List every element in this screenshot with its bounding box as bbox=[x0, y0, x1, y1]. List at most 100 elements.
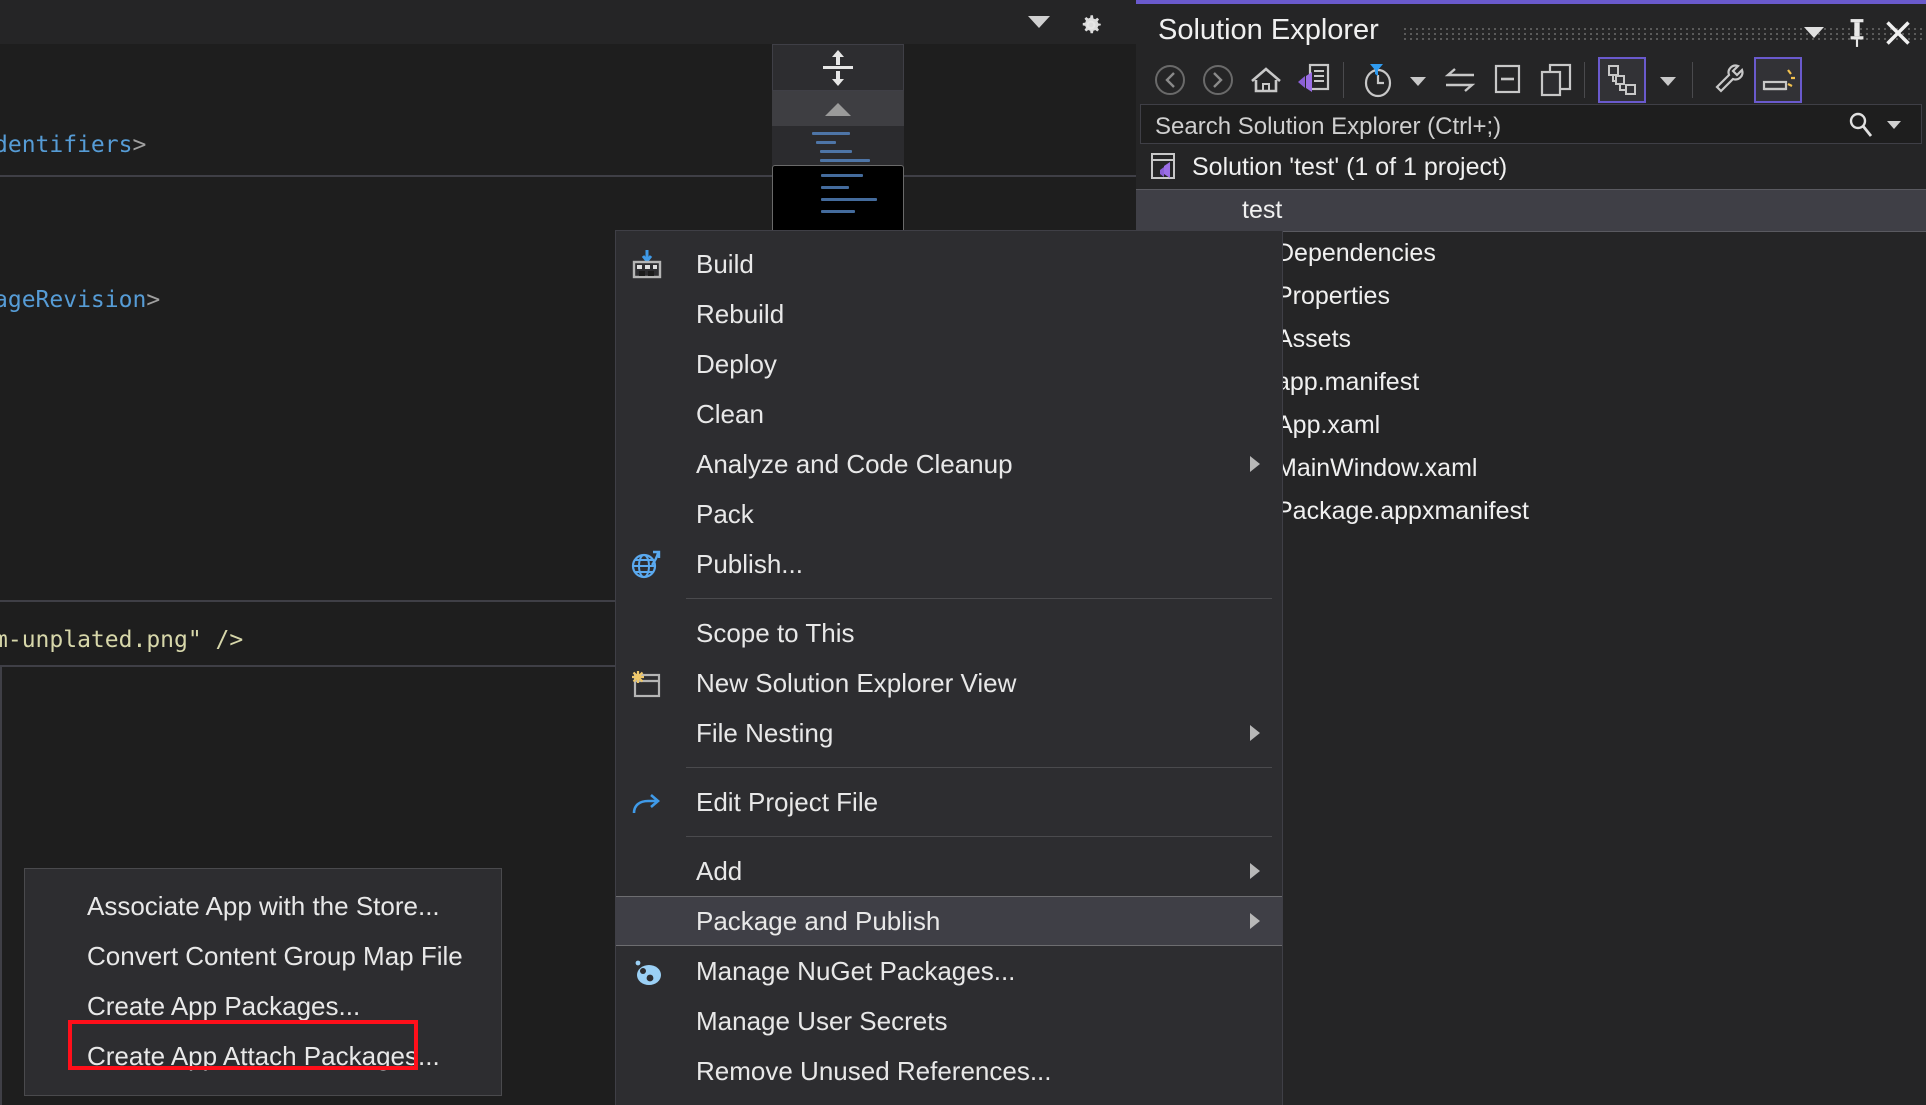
menu-item-add[interactable]: Add bbox=[616, 846, 1282, 896]
tree-item-label: MainWindow.xaml bbox=[1276, 454, 1478, 482]
menu-item-label: Rebuild bbox=[696, 298, 785, 329]
new-solution-explorer-view-icon bbox=[632, 671, 661, 698]
submenu-item-create-app-packages[interactable]: Create App Packages... bbox=[25, 981, 501, 1031]
tree-item-label: Assets bbox=[1276, 325, 1352, 353]
code-token-angle: > bbox=[146, 287, 161, 313]
menu-item-label: Scope to This bbox=[696, 617, 855, 648]
tree-item-label: Solution 'test' (1 of 1 project) bbox=[1192, 153, 1508, 181]
menu-item-label: Package and Publish bbox=[696, 905, 941, 936]
tree-item-label: App.xaml bbox=[1276, 411, 1381, 439]
menu-item-remove-unused-references[interactable]: Remove Unused References... bbox=[616, 1046, 1282, 1096]
menu-item-pack[interactable]: Pack bbox=[616, 489, 1282, 539]
build-icon bbox=[632, 250, 662, 279]
editor-divider bbox=[0, 175, 1136, 177]
forward-icon[interactable] bbox=[1198, 60, 1238, 100]
menu-item-clean[interactable]: Clean bbox=[616, 389, 1282, 439]
search-icon[interactable] bbox=[1847, 111, 1875, 139]
menu-item-manage-user-secrets[interactable]: Manage User Secrets bbox=[616, 996, 1282, 1046]
menu-item-label: Clean bbox=[696, 398, 764, 429]
code-token-tag: dentifiers bbox=[0, 132, 133, 158]
split-view-button[interactable] bbox=[772, 44, 904, 91]
app-root: dentifiers> ageRevision> m-unplated.png"… bbox=[0, 0, 1926, 1105]
split-vertical-icon bbox=[823, 49, 853, 86]
menu-item-label: Add bbox=[696, 855, 743, 886]
menu-item-manage-nuget-packages[interactable]: Manage NuGet Packages... bbox=[616, 946, 1282, 996]
submenu-item-label: Associate App with the Store... bbox=[87, 890, 440, 921]
menu-item-label: Build bbox=[696, 248, 754, 279]
menu-item-label: Publish... bbox=[696, 548, 803, 579]
menu-item-label: Pack bbox=[696, 498, 754, 529]
search-options-chevron-icon[interactable] bbox=[1887, 121, 1901, 129]
submenu-item-label: Convert Content Group Map File bbox=[87, 940, 463, 971]
view-hierarchy-icon[interactable] bbox=[1602, 60, 1642, 100]
tree-item-label: Package.appxmanifest bbox=[1276, 497, 1529, 525]
history-dropdown-chevron-icon[interactable] bbox=[1410, 77, 1426, 86]
menu-separator bbox=[686, 767, 1272, 768]
gear-icon[interactable] bbox=[1078, 12, 1104, 38]
show-all-files-icon[interactable] bbox=[1536, 60, 1576, 100]
publish-globe-icon bbox=[631, 550, 661, 579]
search-placeholder: Search Solution Explorer (Ctrl+;) bbox=[1155, 113, 1502, 140]
package-and-publish-submenu: Associate App with the Store... Convert … bbox=[24, 868, 502, 1096]
code-token-tag: ageRevision bbox=[0, 287, 147, 313]
menu-item-deploy[interactable]: Deploy bbox=[616, 339, 1282, 389]
close-icon[interactable] bbox=[1884, 18, 1912, 48]
home-icon[interactable] bbox=[1246, 60, 1286, 100]
menu-item-rebuild[interactable]: Rebuild bbox=[616, 289, 1282, 339]
chevron-down-icon[interactable] bbox=[1028, 16, 1050, 28]
submenu-arrow-icon bbox=[1250, 863, 1260, 879]
menu-item-label: Manage NuGet Packages... bbox=[696, 955, 1016, 986]
submenu-arrow-icon bbox=[1250, 725, 1260, 741]
tree-item-label: test bbox=[1242, 196, 1283, 224]
submenu-item-convert-content-group-map-file[interactable]: Convert Content Group Map File bbox=[25, 931, 501, 981]
menu-item-edit-project-file[interactable]: Edit Project File bbox=[616, 777, 1282, 827]
properties-wrench-icon[interactable] bbox=[1708, 60, 1748, 100]
menu-item-label: Edit Project File bbox=[696, 786, 879, 817]
preview-selected-items-icon[interactable] bbox=[1758, 60, 1798, 100]
menu-item-scope-to-this[interactable]: Scope to This bbox=[616, 608, 1282, 658]
menu-item-new-solution-explorer-view[interactable]: New Solution Explorer View bbox=[616, 658, 1282, 708]
code-line: dentifiers> bbox=[0, 132, 146, 158]
code-line: ageRevision> bbox=[0, 287, 160, 313]
page-title: Solution Explorer bbox=[1158, 14, 1379, 46]
search-input[interactable]: Search Solution Explorer (Ctrl+;) bbox=[1140, 104, 1922, 144]
editor-top-bar bbox=[0, 0, 1136, 44]
nuget-icon bbox=[635, 960, 661, 985]
editor-left-edge bbox=[0, 665, 2, 1105]
menu-item-sync-namespaces[interactable]: Sync Namespaces bbox=[616, 1096, 1282, 1105]
pin-icon[interactable] bbox=[1844, 18, 1870, 48]
menu-item-analyze-and-code-cleanup[interactable]: Analyze and Code Cleanup bbox=[616, 439, 1282, 489]
minimap-viewport-highlight[interactable] bbox=[772, 165, 904, 234]
submenu-item-associate-app-with-the-store[interactable]: Associate App with the Store... bbox=[25, 881, 501, 931]
menu-item-publish[interactable]: Publish... bbox=[616, 539, 1282, 589]
menu-item-label: Manage User Secrets bbox=[696, 1005, 948, 1036]
view-hierarchy-chevron-icon[interactable] bbox=[1660, 77, 1676, 86]
scroll-up-button[interactable] bbox=[772, 91, 904, 126]
solution-explorer-titlebar: Solution Explorer bbox=[1136, 4, 1926, 58]
tree-item-label: Dependencies bbox=[1276, 239, 1436, 267]
tree-item-solution[interactable]: Solution 'test' (1 of 1 project) bbox=[1136, 146, 1926, 189]
menu-item-build[interactable]: Build bbox=[616, 239, 1282, 289]
solution-icon bbox=[1151, 153, 1175, 179]
menu-item-label: Remove Unused References... bbox=[696, 1055, 1052, 1086]
submenu-item-label: Create App Packages... bbox=[87, 990, 361, 1021]
submenu-item-create-app-attach-packages[interactable]: Create App Attach Packages... bbox=[25, 1031, 501, 1081]
collapse-all-icon[interactable] bbox=[1488, 60, 1528, 100]
sync-with-active-document-icon[interactable] bbox=[1440, 60, 1480, 100]
history-clock-icon[interactable] bbox=[1358, 60, 1398, 100]
submenu-arrow-icon bbox=[1250, 456, 1260, 472]
pending-changes-icon[interactable] bbox=[1294, 60, 1334, 100]
menu-item-label: Analyze and Code Cleanup bbox=[696, 448, 1013, 479]
window-menu-chevron-icon[interactable] bbox=[1804, 27, 1824, 38]
back-icon[interactable] bbox=[1150, 60, 1190, 100]
menu-separator bbox=[686, 598, 1272, 599]
tree-item-label: Properties bbox=[1276, 282, 1390, 310]
menu-item-package-and-publish[interactable]: Package and Publish bbox=[616, 896, 1282, 946]
tree-item-label: app.manifest bbox=[1276, 368, 1420, 396]
solution-explorer-toolbar bbox=[1136, 56, 1926, 104]
menu-item-file-nesting[interactable]: File Nesting bbox=[616, 708, 1282, 758]
editor-minimap-column[interactable] bbox=[772, 44, 904, 234]
tree-item-project[interactable]: test bbox=[1136, 189, 1926, 232]
menu-item-label: File Nesting bbox=[696, 717, 834, 748]
menu-item-label: Deploy bbox=[696, 348, 777, 379]
